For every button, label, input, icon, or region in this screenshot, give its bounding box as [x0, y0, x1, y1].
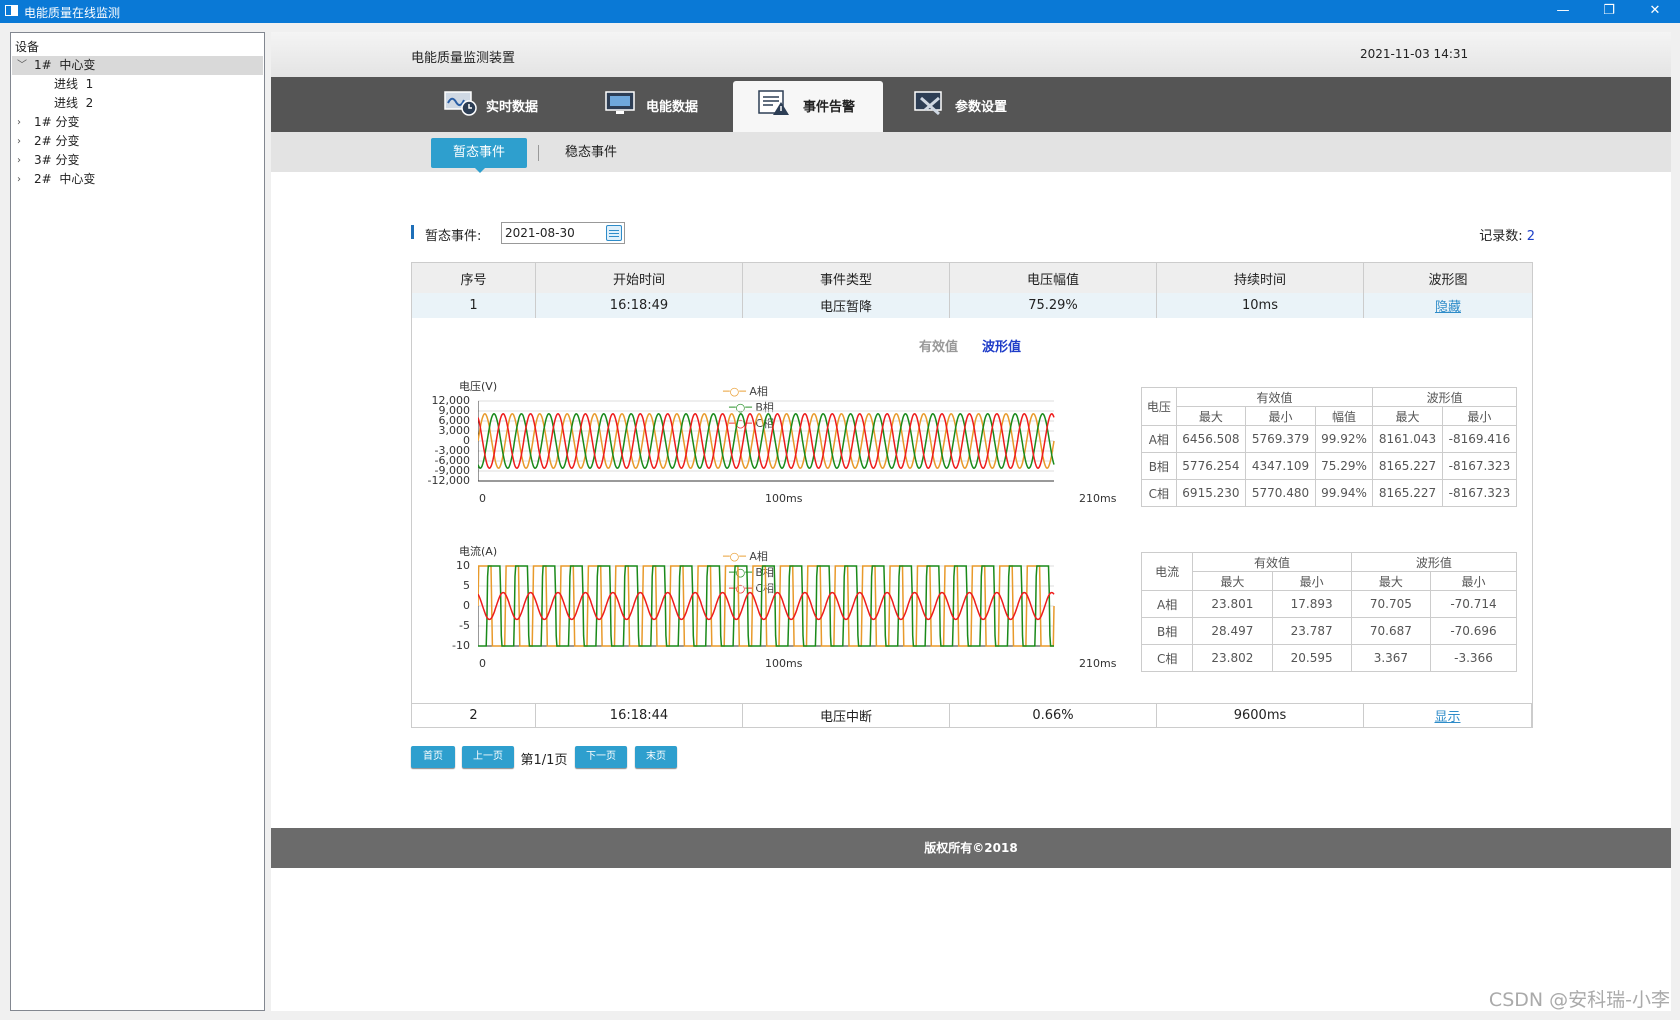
device-tree: 设备 ﹀ 1# 中心变 进线 1 进线 2 › 1# 分变 › 2# 分变 › … — [10, 32, 265, 1011]
last-page-button[interactable]: 末页 — [635, 746, 677, 768]
current-ylabel: 电流(A) — [459, 545, 498, 558]
chevron-down-icon[interactable]: ﹀ — [17, 56, 27, 75]
voltage-xtick: 210ms — [1079, 492, 1117, 505]
y-tick-label: -12,000 — [427, 474, 470, 487]
table-header-row: 序号 开始时间 事件类型 电压幅值 持续时间 波形图 — [412, 263, 1532, 293]
y-tick-label: 5 — [463, 579, 470, 592]
chevron-right-icon[interactable]: › — [17, 151, 21, 170]
y-tick-label: -5 — [459, 619, 470, 632]
col-event-type: 事件类型 — [743, 263, 950, 293]
toggle-waveform[interactable]: 波形值 — [982, 336, 1021, 355]
monitor-clock-icon — [444, 91, 477, 116]
tree-node-sub1[interactable]: › 1# 分变 — [12, 113, 80, 132]
y-tick-label: 10 — [456, 559, 470, 572]
legend-marker-a: ─○─ — [722, 550, 746, 563]
device-name: 电能质量监测装置 — [411, 51, 516, 66]
date-input[interactable]: 2021-08-30 — [501, 222, 625, 244]
tree-node-line1[interactable]: 进线 1 — [12, 75, 93, 94]
sub-nav: 暂态事件 稳态事件 — [271, 132, 1671, 173]
prev-page-button[interactable]: 上一页 — [462, 746, 514, 768]
event-table: 序号 开始时间 事件类型 电压幅值 持续时间 波形图 1 16:18:49 电压… — [411, 262, 1533, 728]
toggle-rms[interactable]: 有效值 — [919, 336, 958, 355]
page-info: 第1/1页 — [520, 753, 568, 768]
tab-event-alarm[interactable]: 事件告警 — [733, 81, 883, 132]
legend-marker-a: ─○─ — [722, 385, 746, 398]
tree-node-line2[interactable]: 进线 2 — [12, 94, 93, 113]
col-no: 序号 — [412, 263, 536, 293]
current-xtick: 210ms — [1079, 657, 1117, 670]
current-stats-table: 电流 有效值 波形值 最大 最小 最大 最小 A相 23.801 17.893 70.705 -7… — [1140, 552, 1518, 672]
window-titlebar: 电能质量在线监测 — ❐ ✕ — [0, 0, 1680, 23]
col-waveform: 波形图 — [1428, 272, 1468, 288]
restore-button[interactable]: ❐ — [1586, 0, 1632, 23]
table-row: B相 28.497 23.787 70.687 -70.696 — [1140, 617, 1517, 645]
table-row: C相 23.802 20.595 3.367 -3.366 — [1140, 644, 1517, 672]
tree-node-sub3[interactable]: › 3# 分变 — [12, 151, 80, 170]
col-amplitude: 电压幅值 — [950, 263, 1157, 293]
tab-settings[interactable]: 参数设置 — [905, 77, 1015, 132]
tree-node-center2[interactable]: › 2# 中心变 — [12, 170, 95, 189]
alarm-document-icon — [758, 90, 789, 115]
tab-transient-events[interactable]: 暂态事件 — [431, 138, 527, 173]
waveform-detail: 有效值 波形值 ─○─ A相 ─○─ B相 ─○─ C相 电压(V) 12,00… — [412, 318, 1532, 703]
table-row: 1 16:18:49 电压暂降 75.29% 10ms 隐藏 — [412, 293, 1532, 318]
watermark: CSDN @安科瑞-小李 — [1488, 989, 1670, 1011]
tree-node-sub2[interactable]: › 2# 分变 — [12, 132, 80, 151]
first-page-button[interactable]: 首页 — [411, 746, 455, 768]
next-page-button[interactable]: 下一页 — [575, 746, 627, 768]
close-button[interactable]: ✕ — [1632, 0, 1678, 23]
record-count: 记录数: 2 — [1479, 229, 1535, 244]
tab-energy[interactable]: 电能数据 — [596, 77, 706, 132]
show-waveform-link[interactable]: 显示 — [1434, 706, 1460, 725]
table-row: A相 23.801 17.893 70.705 -70.714 — [1140, 590, 1517, 618]
calendar-icon[interactable] — [606, 225, 622, 241]
tree-header: 设备 — [15, 40, 40, 54]
table-row: A相 6456.508 5769.379 99.92% 8161.043 -8169.41… — [1141, 425, 1518, 453]
voltage-ylabel: 电压(V) — [459, 380, 498, 393]
main-nav: 实时数据 电能数据 事件告警 参数设置 — [271, 77, 1671, 132]
filter-label: 暂态事件: — [425, 229, 482, 244]
current-xtick: 0 — [479, 657, 486, 670]
current-xtick: 100ms — [765, 657, 803, 670]
table-row: 2 16:18:44 电压中断 0.66% 9600ms 显示 — [412, 703, 1532, 727]
record-count-value: 2 — [1526, 229, 1535, 244]
voltage-xtick: 0 — [479, 492, 486, 505]
voltage-chart — [478, 400, 1055, 482]
table-row: C相 6915.230 5770.480 99.94% 8165.227 -8167.32… — [1141, 479, 1518, 507]
y-tick-label: -10 — [452, 639, 470, 652]
app-icon — [5, 5, 18, 16]
section-marker — [411, 225, 414, 239]
monitor-icon — [605, 91, 635, 114]
chevron-right-icon[interactable]: › — [17, 170, 21, 189]
settings-tools-icon — [914, 91, 942, 116]
y-tick-label: 0 — [463, 599, 470, 612]
main-panel: 电能质量监测装置 2021-11-03 14:31 实时数据 电能数据 事件告警… — [271, 32, 1671, 1011]
sub-nav-divider — [538, 145, 539, 161]
current-chart — [478, 565, 1055, 647]
page-header: 电能质量监测装置 2021-11-03 14:31 — [271, 32, 1671, 77]
col-duration: 持续时间 — [1157, 263, 1364, 293]
hide-waveform-link[interactable]: 隐藏 — [1435, 296, 1461, 315]
footer: 版权所有©2018 — [271, 828, 1671, 868]
table-row: B相 5776.254 4347.109 75.29% 8165.227 -8167.32… — [1141, 452, 1518, 480]
chevron-right-icon[interactable]: › — [17, 113, 21, 132]
chevron-right-icon[interactable]: › — [17, 132, 21, 151]
voltage-stats-table: 电压 有效值 波形值 最大 最小 幅值 最大 最小 A相 6456.508 5769.379 99… — [1141, 387, 1518, 507]
tab-realtime[interactable]: 实时数据 — [436, 77, 546, 132]
current-datetime: 2021-11-03 14:31 — [1360, 47, 1469, 61]
tree-node-center1[interactable]: ﹀ 1# 中心变 — [12, 56, 263, 75]
minimize-button[interactable]: — — [1540, 0, 1586, 23]
voltage-xtick: 100ms — [765, 492, 803, 505]
tab-steady-events[interactable]: 稳态事件 — [551, 138, 631, 168]
event-filter: 暂态事件: 2021-08-30 记录数: 2 — [411, 222, 1535, 244]
col-start-time: 开始时间 — [536, 263, 743, 293]
window-title: 电能质量在线监测 — [24, 6, 121, 20]
